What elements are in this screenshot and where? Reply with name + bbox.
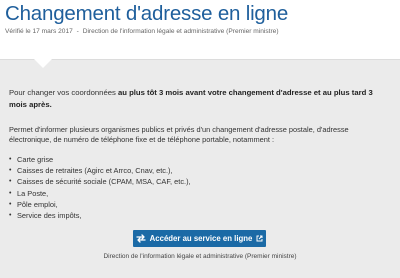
header-divider — [0, 59, 400, 60]
list-item-label: Caisses de sécurité sociale (CPAM, MSA, … — [17, 177, 191, 187]
card-pointer-notch — [34, 59, 52, 68]
swap-arrows-icon — [135, 234, 146, 243]
bullet-icon: • — [9, 212, 12, 220]
external-link-icon — [256, 235, 263, 242]
cta-label: Accéder au service en ligne — [149, 234, 253, 243]
service-lead: Pour changer vos coordonnées au plus tôt… — [9, 87, 389, 111]
bullet-icon: • — [9, 178, 12, 186]
source-organization: Direction de l'information légale et adm… — [82, 28, 279, 35]
service-description: Permet d'informer plusieurs organismes p… — [9, 125, 349, 144]
list-item: • Service des impôts, — [9, 210, 191, 221]
organization-list: • Carte grise • Caisses de retraites (Agir… — [9, 154, 191, 221]
list-item-label: La Poste, — [17, 188, 49, 198]
verification-meta: Vérifié le 17 mars 2017 - Direction de l… — [5, 28, 279, 35]
meta-separator: - — [76, 28, 79, 35]
bullet-icon: • — [9, 156, 12, 163]
bullet-icon: • — [9, 189, 12, 197]
list-item-label: Caisses de retraites (Agirc et Arrco, Cn… — [17, 166, 173, 176]
verified-date: Vérifié le 17 mars 2017 — [5, 28, 73, 35]
bullet-icon: • — [9, 167, 12, 175]
list-item: • Caisses de sécurité sociale (CPAM, MSA,… — [9, 176, 191, 187]
list-item: • Caisses de retraites (Agirc et Arrco, C… — [9, 165, 191, 176]
bullet-icon: • — [9, 200, 12, 208]
page-title: Changement d'adresse en ligne — [5, 2, 289, 25]
service-card-content: Pour changer vos coordonnées au plus tôt… — [0, 60, 400, 278]
service-page: Changement d'adresse en ligne Vérifié le… — [0, 0, 400, 278]
list-item: • Pôle emploi, — [9, 199, 191, 210]
access-online-service-button[interactable]: Accéder au service en ligne — [133, 230, 266, 247]
lead-text: Pour changer vos coordonnées — [9, 88, 118, 97]
list-item-label: Service des impôts, — [17, 211, 82, 221]
list-item-label: Carte grise — [17, 155, 54, 164]
list-item: • La Poste, — [9, 188, 191, 199]
service-provider: Direction de l'information légale et adm… — [103, 253, 297, 260]
list-item: • Carte grise — [9, 154, 191, 165]
service-card: Pour changer vos coordonnées au plus tôt… — [0, 60, 400, 278]
list-item-label: Pôle emploi, — [17, 199, 58, 209]
